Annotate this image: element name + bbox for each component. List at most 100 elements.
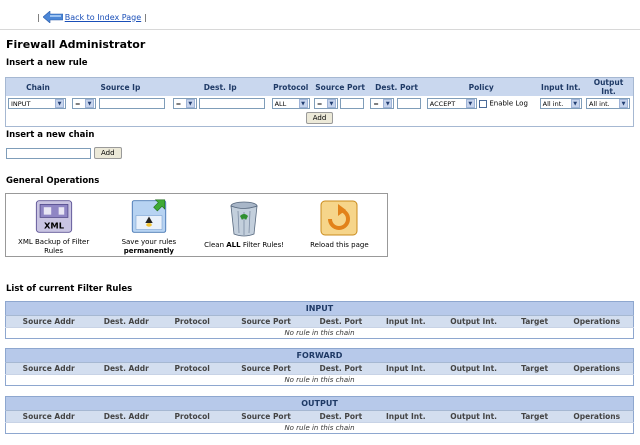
save-rules-label: Save your rules: [121, 238, 177, 246]
col-header: Source Port: [223, 410, 309, 423]
top-bar: | Back to Index Page |: [0, 0, 640, 30]
chevron-down-icon: ▼: [298, 99, 308, 108]
chevron-down-icon: ▼: [55, 99, 64, 108]
save-rules-label-bold: permanently: [123, 247, 174, 255]
chain-table-forward: FORWARD Source Addr Dest. Addr Protocol …: [5, 348, 634, 386]
dest-port-operator-select[interactable]: = ▼: [370, 98, 395, 109]
add-chain-button[interactable]: Add: [94, 147, 122, 159]
col-header: Output Int.: [584, 77, 634, 96]
col-header: Policy: [424, 77, 538, 96]
insert-rule-form: Chain Source Ip Dest. Ip Protocol Source…: [5, 77, 634, 127]
col-header: Target: [508, 315, 561, 328]
col-header: Operations: [560, 362, 634, 375]
chevron-down-icon: ▼: [383, 99, 393, 108]
col-header: Output Int.: [438, 315, 509, 328]
col-header: Source Addr: [5, 362, 92, 375]
col-header: Source Port: [311, 77, 369, 96]
col-header: Dest. Port: [368, 77, 425, 96]
col-header: Operations: [560, 410, 634, 423]
nav-separator: |: [37, 12, 40, 22]
chain-table-output: OUTPUT Source Addr Dest. Addr Protocol S…: [5, 396, 634, 434]
reload-page-action[interactable]: Reload this page: [292, 194, 387, 256]
insert-rule-title: Insert a new rule: [6, 58, 88, 68]
col-header: Source Port: [223, 315, 309, 328]
reload-icon: [320, 200, 358, 236]
col-header: Source Port: [223, 362, 309, 375]
col-header: Source Addr: [5, 410, 92, 423]
chevron-down-icon: ▼: [85, 99, 94, 108]
chain-table-title: INPUT: [5, 301, 634, 316]
col-header: Chain: [5, 77, 70, 96]
xml-backup-label-2: Rules: [44, 247, 64, 255]
col-header: Source Ip: [70, 77, 171, 96]
dest-ip-operator-select[interactable]: = ▼: [172, 98, 197, 109]
col-header: Output Int.: [438, 362, 509, 375]
nav-separator: |: [144, 12, 147, 22]
dest-ip-input[interactable]: [199, 98, 266, 109]
empty-chain-message: No rule in this chain: [5, 374, 634, 386]
col-header: Protocol: [161, 315, 224, 328]
filter-rules-title: List of current Filter Rules: [6, 284, 133, 294]
insert-chain-title: Insert a new chain: [6, 130, 95, 140]
col-header: Dest. Addr: [91, 410, 162, 423]
chevron-down-icon: ▼: [465, 99, 475, 108]
source-port-operator-select[interactable]: = ▼: [313, 98, 338, 109]
col-header: Input Int.: [372, 410, 439, 423]
source-ip-input[interactable]: [98, 98, 165, 109]
col-header: Target: [508, 362, 561, 375]
col-header: Protocol: [161, 410, 224, 423]
page-title: Firewall Administrator: [6, 38, 146, 51]
col-header: Input Int.: [372, 362, 439, 375]
xml-backup-action[interactable]: XML XML Backup of Filter Rules: [6, 194, 101, 256]
col-header: Dest. Port: [308, 315, 373, 328]
back-nav: | Back to Index Page |: [34, 10, 150, 24]
chevron-down-icon: ▼: [570, 99, 580, 108]
dest-port-input[interactable]: [396, 98, 421, 109]
col-header: Protocol: [269, 77, 312, 96]
col-header: Output Int.: [438, 410, 509, 423]
chain-select[interactable]: INPUT ▼: [8, 98, 66, 109]
chain-table-title: FORWARD: [5, 348, 634, 363]
col-header: Dest. Ip: [170, 77, 270, 96]
col-header: Source Addr: [5, 315, 92, 328]
source-port-input[interactable]: [340, 98, 365, 109]
col-header: Input Int.: [537, 77, 585, 96]
save-rules-action[interactable]: Save your rules permanently: [101, 194, 196, 256]
output-interface-select[interactable]: All int. ▼: [586, 98, 631, 109]
save-disk-icon: [131, 199, 167, 233]
clean-rules-action[interactable]: Clean ALL Filter Rules!: [197, 194, 292, 256]
chain-table-title: OUTPUT: [5, 396, 634, 411]
policy-select[interactable]: ACCEPT ▼: [426, 98, 477, 109]
chevron-down-icon: ▼: [326, 99, 336, 108]
col-header: Dest. Addr: [91, 315, 162, 328]
reload-page-label: Reload this page: [310, 241, 369, 249]
add-rule-button[interactable]: Add: [305, 112, 334, 125]
chevron-down-icon: ▼: [185, 99, 195, 108]
empty-chain-message: No rule in this chain: [5, 422, 634, 434]
general-operations-title: General Operations: [6, 176, 100, 186]
back-arrow-icon[interactable]: [42, 10, 64, 24]
source-ip-operator-select[interactable]: = ▼: [72, 98, 96, 109]
general-operations-panel: XML XML Backup of Filter Rules Save your…: [5, 193, 388, 257]
enable-log-checkbox[interactable]: [479, 99, 488, 108]
chain-name-input[interactable]: [6, 148, 91, 159]
xml-backup-label: XML Backup of Filter: [18, 238, 90, 246]
col-header: Input Int.: [372, 315, 439, 328]
chevron-down-icon: ▼: [619, 99, 629, 108]
chain-table-input: INPUT Source Addr Dest. Addr Protocol So…: [5, 301, 634, 339]
col-header: Dest. Port: [308, 410, 373, 423]
input-interface-select[interactable]: All int. ▼: [539, 98, 582, 109]
svg-text:XML: XML: [44, 221, 65, 231]
col-header: Protocol: [161, 362, 224, 375]
xml-backup-icon: XML: [35, 200, 72, 233]
col-header: Target: [508, 410, 561, 423]
back-to-index-link[interactable]: Back to Index Page: [65, 13, 141, 22]
trash-bin-icon: [230, 201, 258, 237]
col-header: Dest. Port: [308, 362, 373, 375]
col-header: Operations: [560, 315, 634, 328]
col-header: Dest. Addr: [91, 362, 162, 375]
protocol-select[interactable]: ALL ▼: [271, 98, 310, 109]
clean-rules-label: Clean ALL Filter Rules!: [204, 241, 285, 249]
enable-log-label: Enable Log: [489, 99, 528, 108]
empty-chain-message: No rule in this chain: [5, 327, 634, 339]
